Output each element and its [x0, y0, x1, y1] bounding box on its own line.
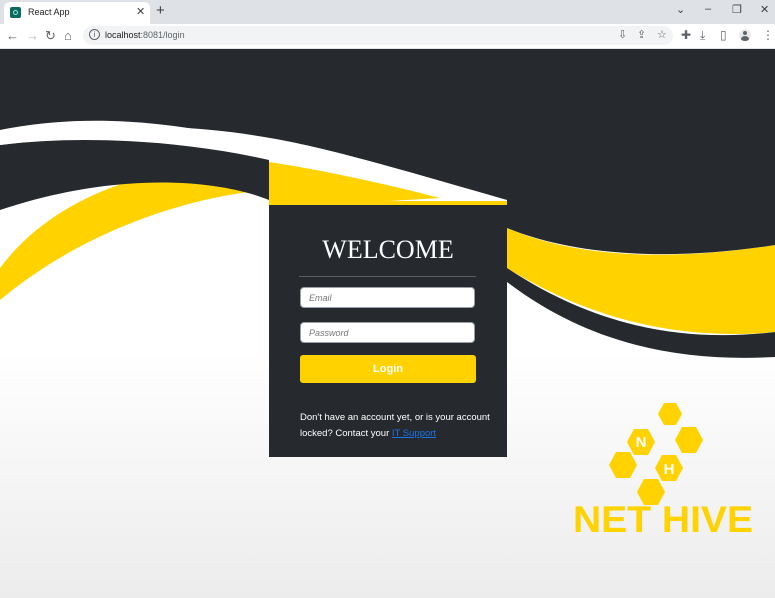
- it-support-link[interactable]: IT Support: [392, 428, 436, 439]
- reload-icon[interactable]: ↻: [45, 28, 56, 44]
- url-text[interactable]: localhost:8081/login: [105, 30, 185, 40]
- account-help-text: Don't have an account yet, or is your ac…: [300, 410, 490, 442]
- restore-icon[interactable]: ❐: [732, 3, 742, 16]
- browser-tab[interactable]: React App ✕: [4, 2, 150, 24]
- password-field[interactable]: [300, 322, 475, 343]
- menu-kebab-icon[interactable]: ⋮: [762, 28, 774, 42]
- login-card: WELCOME Login Don't have an account yet,…: [269, 201, 507, 457]
- close-icon[interactable]: ✕: [760, 3, 769, 16]
- login-button[interactable]: Login: [300, 355, 476, 383]
- logo-wordmark: NET HIVE: [573, 499, 753, 540]
- minimize-icon[interactable]: –: [705, 3, 711, 15]
- tab-close-button[interactable]: ✕: [136, 5, 145, 18]
- login-page: WELCOME Login Don't have an account yet,…: [0, 49, 775, 598]
- net-hive-logo: N H NET HIVE: [573, 403, 753, 540]
- back-icon[interactable]: ←: [6, 28, 19, 43]
- side-panel-icon[interactable]: ▯: [720, 28, 727, 42]
- address-bar[interactable]: i localhost:8081/login ⇩ ⇪ ☆: [83, 26, 673, 45]
- tab-strip: React App ✕ + ⌄ – ❐ ✕: [0, 0, 775, 24]
- chevron-down-icon[interactable]: ⌄: [676, 3, 685, 16]
- url-host: localhost: [105, 30, 141, 40]
- bookmark-star-icon[interactable]: ☆: [657, 28, 667, 41]
- tab-title: React App: [28, 7, 70, 17]
- logo-letter-h: H: [664, 461, 675, 478]
- share-icon[interactable]: ⇪: [637, 28, 646, 41]
- honeycomb-icon: [609, 403, 703, 505]
- browser-toolbar: ← → ↻ ⌂ i localhost:8081/login ⇩ ⇪ ☆ ✚ ⤓…: [0, 24, 775, 49]
- logo-letter-n: N: [636, 434, 647, 451]
- react-favicon-icon: [10, 7, 21, 18]
- new-tab-button[interactable]: +: [156, 2, 165, 19]
- extensions-icon[interactable]: ✚: [681, 28, 691, 42]
- home-icon[interactable]: ⌂: [64, 28, 72, 43]
- url-path: :8081/login: [140, 30, 185, 40]
- install-icon[interactable]: ⇩: [618, 28, 627, 41]
- download-icon[interactable]: ⤓: [700, 28, 705, 43]
- divider: [299, 276, 476, 277]
- email-field[interactable]: [300, 287, 475, 308]
- forward-icon[interactable]: →: [26, 28, 39, 43]
- page-title: WELCOME: [322, 235, 454, 264]
- profile-avatar-icon[interactable]: [739, 29, 751, 41]
- site-info-icon[interactable]: i: [89, 29, 100, 40]
